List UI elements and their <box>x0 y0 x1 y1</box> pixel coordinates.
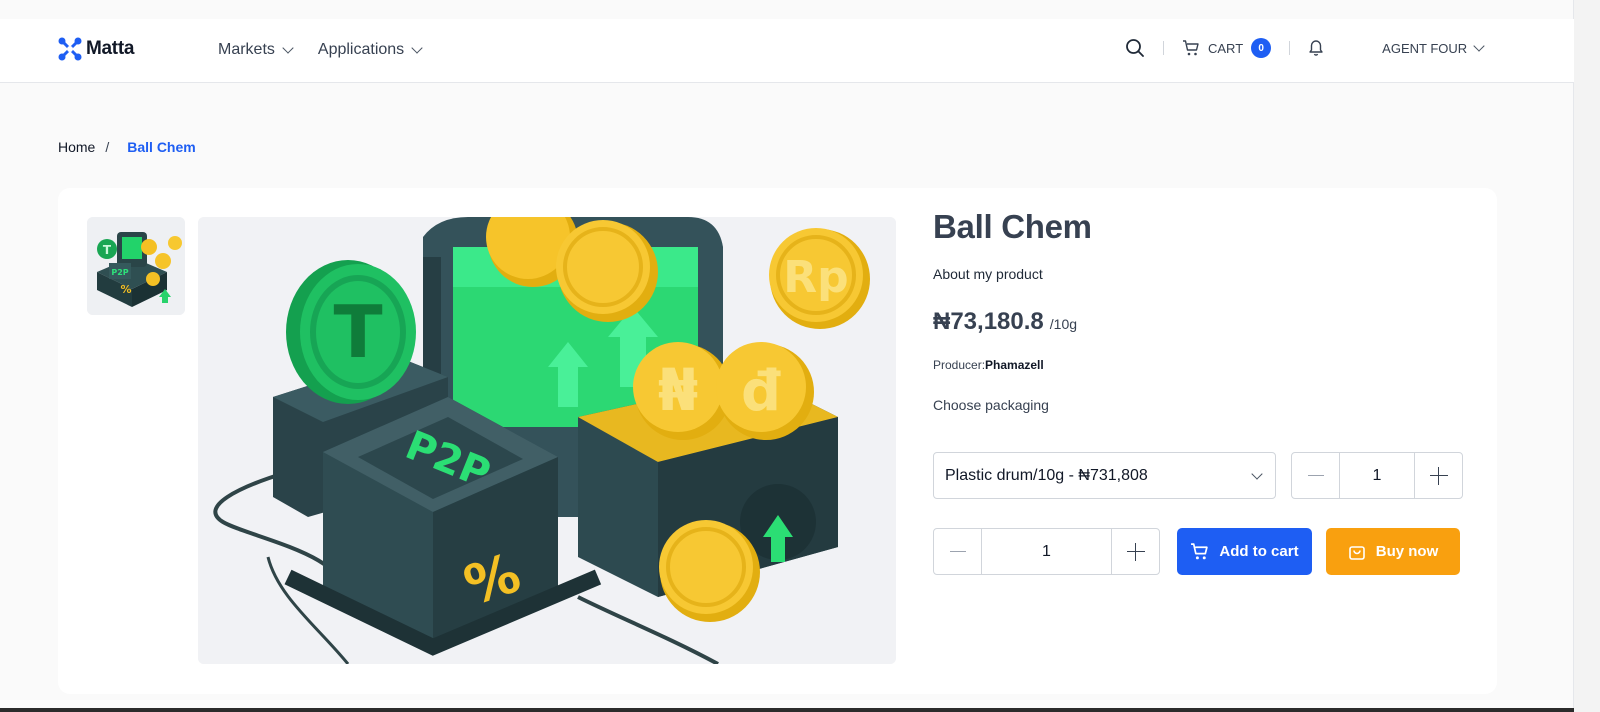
window-bottom-edge <box>0 708 1574 712</box>
price-row: ₦73,180.8 /10g <box>933 308 1468 336</box>
divider <box>1163 41 1164 55</box>
product-thumbnail-image: T P2P % <box>87 217 185 315</box>
chevron-down-icon <box>1473 40 1485 52</box>
svg-text:T: T <box>103 243 112 257</box>
producer-line: Producer:Phamazell <box>933 358 1468 372</box>
product-card: T P2P % T P2P % ₦ đ Rp Ball Chem About m… <box>58 188 1497 694</box>
product-price: ₦73,180.8 <box>933 308 1044 335</box>
plus-icon <box>1126 542 1145 561</box>
cart-button[interactable]: CART 0 <box>1182 38 1272 58</box>
divider <box>1289 41 1291 55</box>
product-illustration: T P2P % ₦ đ Rp <box>198 217 896 664</box>
user-name: AGENT FOUR <box>1382 40 1468 56</box>
packaging-decrement-button[interactable] <box>1292 453 1339 498</box>
product-about: About my product <box>933 266 1043 282</box>
product-title: Ball Chem <box>933 208 1092 245</box>
producer-name: Phamazell <box>985 358 1044 372</box>
chevron-down-icon <box>1251 467 1263 480</box>
add-to-cart-label: Add to cart <box>1219 543 1299 560</box>
minus-icon <box>949 550 966 553</box>
product-thumbnail[interactable]: T P2P % <box>87 217 185 315</box>
user-menu[interactable]: AGENT FOUR <box>1382 40 1485 56</box>
search-icon[interactable] <box>1125 38 1145 58</box>
product-main-image: T P2P % ₦ đ Rp <box>198 217 896 664</box>
cart-icon <box>1183 40 1199 56</box>
logo-text: Matta <box>86 38 135 59</box>
breadcrumb: Home / Ball Chem <box>58 139 196 155</box>
packaging-quantity-stepper: 1 <box>1291 452 1463 499</box>
packaging-increment-button[interactable] <box>1415 453 1462 498</box>
svg-text:%: % <box>120 283 131 296</box>
svg-text:T: T <box>333 290 382 374</box>
cart-label: CART <box>1208 40 1244 56</box>
packaging-selected-value: Plastic drum/10g - ₦731,808 <box>945 466 1148 484</box>
cart-icon <box>1191 543 1209 560</box>
quantity-value[interactable]: 1 <box>981 529 1112 574</box>
price-unit: /10g <box>1049 316 1078 332</box>
logo[interactable]: Matta <box>58 37 134 61</box>
product-info: Ball Chem About my product ₦73,180.8 /10… <box>933 208 1468 575</box>
svg-text:P2P: P2P <box>111 268 128 277</box>
packaging-label: Choose packaging <box>933 397 1049 413</box>
plus-icon <box>1429 466 1448 485</box>
svg-text:đ: đ <box>741 359 781 424</box>
nav-applications[interactable]: Applications <box>317 41 423 59</box>
chevron-down-icon <box>282 42 294 54</box>
minus-icon <box>1307 474 1324 477</box>
buy-now-label: Buy now <box>1375 543 1439 560</box>
shopping-bag-icon <box>1348 545 1365 560</box>
bell-icon[interactable] <box>1308 39 1324 57</box>
add-to-cart-button[interactable]: Add to cart <box>1177 528 1312 575</box>
nav-applications-label: Applications <box>317 41 405 58</box>
breadcrumb-home[interactable]: Home <box>58 139 95 155</box>
top-navbar: Matta Markets Applications CART 0 AGENT … <box>0 19 1574 83</box>
nav-markets[interactable]: Markets <box>218 41 294 59</box>
header-actions: CART 0 AGENT FOUR <box>1125 38 1485 58</box>
increment-button[interactable] <box>1112 529 1159 574</box>
matta-logo-icon <box>58 37 82 61</box>
nav-markets-label: Markets <box>218 41 275 58</box>
breadcrumb-current[interactable]: Ball Chem <box>127 139 195 155</box>
buy-now-button[interactable]: Buy now <box>1326 528 1460 575</box>
svg-text:Rp: Rp <box>783 252 848 303</box>
packaging-select[interactable]: Plastic drum/10g - ₦731,808 <box>933 452 1276 499</box>
decrement-button[interactable] <box>934 529 981 574</box>
packaging-quantity-value[interactable]: 1 <box>1339 453 1415 498</box>
cart-count-badge: 0 <box>1251 38 1272 58</box>
main-nav: Markets Applications <box>218 41 423 59</box>
window-edge <box>1573 0 1600 712</box>
breadcrumb-separator: / <box>105 139 110 155</box>
chevron-down-icon <box>411 42 423 54</box>
producer-label: Producer: <box>933 358 986 372</box>
svg-text:₦: ₦ <box>658 356 698 424</box>
quantity-stepper: 1 <box>933 528 1160 575</box>
